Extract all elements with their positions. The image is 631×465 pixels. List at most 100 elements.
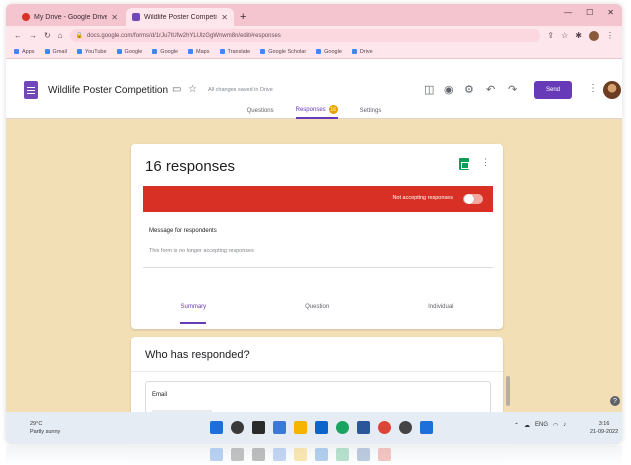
- settings-icon[interactable]: ⚙: [464, 83, 474, 96]
- weather-temp: 29°C: [30, 421, 43, 427]
- url-text: docs.google.com/forms/d/1rJu7tUfw2hYLUlz…: [87, 32, 281, 39]
- star-icon[interactable]: ☆: [188, 84, 197, 95]
- bookmark-item[interactable]: Drive: [351, 49, 373, 55]
- edge-icon: [315, 448, 328, 461]
- tab-question[interactable]: Question: [305, 304, 329, 324]
- sheets-icon[interactable]: [459, 158, 469, 170]
- chevron-up-icon[interactable]: ⌃: [514, 422, 519, 429]
- preview-icon[interactable]: ◉: [444, 83, 454, 96]
- word-icon[interactable]: [357, 421, 370, 434]
- edge-icon[interactable]: [315, 421, 328, 434]
- more-options-icon[interactable]: ⋮: [588, 83, 598, 94]
- store-icon[interactable]: [420, 421, 433, 434]
- bookmark-icon: [219, 49, 225, 54]
- bookmark-item[interactable]: Google: [116, 49, 142, 55]
- more-options-icon[interactable]: ⋮: [481, 157, 490, 168]
- menu-icon[interactable]: ⋮: [606, 31, 614, 40]
- tab-individual[interactable]: Individual: [428, 304, 453, 324]
- bookmark-item[interactable]: Maps: [188, 49, 210, 55]
- bookmark-item[interactable]: Apps: [14, 49, 35, 55]
- browser-tab-forms[interactable]: Wildlife Poster Competition - Google For…: [126, 8, 234, 26]
- chrome-icon: [378, 448, 391, 461]
- email-label: Email: [152, 392, 168, 398]
- window-controls: — ☐ ✕: [564, 8, 614, 17]
- settings-icon[interactable]: [399, 421, 412, 434]
- avatar[interactable]: [603, 81, 621, 99]
- browser-tab-drive[interactable]: My Drive - Google Drive ✕: [16, 8, 124, 26]
- customize-theme-icon[interactable]: ◫: [424, 83, 434, 96]
- form-title[interactable]: Wildlife Poster Competition: [48, 85, 168, 96]
- new-tab-icon[interactable]: +: [240, 11, 246, 23]
- tab-responses[interactable]: Responses 16: [295, 105, 338, 119]
- responses-title: 16 responses: [145, 158, 236, 175]
- profile-avatar[interactable]: [589, 30, 599, 41]
- language-indicator[interactable]: ENG: [535, 422, 548, 429]
- form-tabs: Questions Responses 16 Settings: [6, 105, 622, 119]
- maximize-icon[interactable]: ☐: [586, 8, 593, 17]
- send-button[interactable]: Send: [534, 81, 572, 99]
- bookmark-item[interactable]: Google Scholar: [260, 49, 306, 55]
- forward-icon[interactable]: →: [29, 31, 37, 40]
- clock[interactable]: 3:16 21-09-2022: [590, 420, 618, 436]
- not-accepting-label: Not accepting responses: [392, 195, 453, 201]
- response-subtabs: Summary Question Individual: [131, 304, 503, 324]
- reload-icon[interactable]: ↻: [44, 31, 51, 40]
- back-icon[interactable]: ←: [14, 31, 22, 40]
- redo-icon[interactable]: ↷: [508, 83, 517, 96]
- task-view-icon: [252, 448, 265, 461]
- minimize-icon[interactable]: —: [564, 8, 572, 17]
- forms-logo-icon[interactable]: [24, 81, 38, 99]
- widgets-icon: [273, 448, 286, 461]
- clock-time: 3:16: [598, 421, 610, 427]
- scrollbar[interactable]: [506, 376, 510, 406]
- search-icon[interactable]: [231, 421, 244, 434]
- bookmark-item[interactable]: Google: [152, 49, 178, 55]
- help-icon[interactable]: ?: [610, 396, 620, 406]
- search-icon: [231, 448, 244, 461]
- divider: [131, 371, 503, 372]
- widgets-icon[interactable]: [273, 421, 286, 434]
- extensions-icon[interactable]: ✱: [575, 31, 582, 40]
- bookmark-item[interactable]: YouTube: [76, 49, 107, 55]
- message-label: Message for respondents: [149, 228, 217, 234]
- bookmark-item[interactable]: Google: [316, 49, 342, 55]
- lock-icon: 🔒: [75, 33, 84, 39]
- home-icon[interactable]: ⌂: [58, 31, 63, 40]
- message-field[interactable]: Message for respondents This form is no …: [143, 218, 493, 268]
- screen-reflection: [6, 446, 622, 465]
- file-explorer-icon[interactable]: [294, 421, 307, 434]
- close-window-icon[interactable]: ✕: [607, 8, 614, 17]
- toolbar: ← → ↻ ⌂ 🔒 docs.google.com/forms/d/1rJu7t…: [6, 26, 622, 45]
- tab-title: My Drive - Google Drive: [34, 13, 108, 21]
- tab-questions[interactable]: Questions: [247, 105, 274, 119]
- star-icon[interactable]: ☆: [561, 31, 568, 40]
- tab-title: Wildlife Poster Competition - Google For…: [144, 13, 217, 21]
- windows-start-icon[interactable]: [210, 421, 223, 434]
- bookmark-icon: [351, 49, 357, 54]
- drive-icon: [22, 13, 30, 21]
- accepting-responses-toggle[interactable]: [463, 194, 483, 204]
- chrome-icon[interactable]: [378, 421, 391, 434]
- weather-widget[interactable]: 29°C Partly sunny: [30, 420, 60, 436]
- folder-icon[interactable]: ▭: [172, 84, 181, 95]
- volume-icon[interactable]: ♪: [563, 422, 566, 429]
- address-bar[interactable]: 🔒 docs.google.com/forms/d/1rJu7tUfw2hYLU…: [69, 29, 541, 42]
- cloud-icon[interactable]: ☁: [524, 422, 530, 429]
- bookmarks-bar: Apps Gmail YouTube Google Google Maps Tr…: [6, 45, 622, 59]
- tab-summary[interactable]: Summary: [180, 304, 207, 324]
- task-view-icon[interactable]: [252, 421, 265, 434]
- spotify-icon[interactable]: [336, 421, 349, 434]
- message-value[interactable]: This form is no longer accepting respons…: [149, 248, 254, 254]
- spotify-icon: [336, 448, 349, 461]
- tab-settings[interactable]: Settings: [360, 105, 382, 119]
- close-icon[interactable]: ✕: [221, 13, 228, 22]
- undo-icon[interactable]: ↶: [486, 83, 495, 96]
- bookmark-item[interactable]: Translate: [219, 49, 250, 55]
- bookmark-item[interactable]: Gmail: [44, 49, 67, 55]
- wifi-icon[interactable]: ◠: [553, 422, 558, 429]
- responses-card: 16 responses ⋮ Not accepting responses M…: [131, 144, 503, 329]
- word-icon: [357, 448, 370, 461]
- close-icon[interactable]: ✕: [111, 13, 118, 22]
- share-icon[interactable]: ⇪: [547, 31, 554, 40]
- responses-count-badge: 16: [328, 105, 338, 114]
